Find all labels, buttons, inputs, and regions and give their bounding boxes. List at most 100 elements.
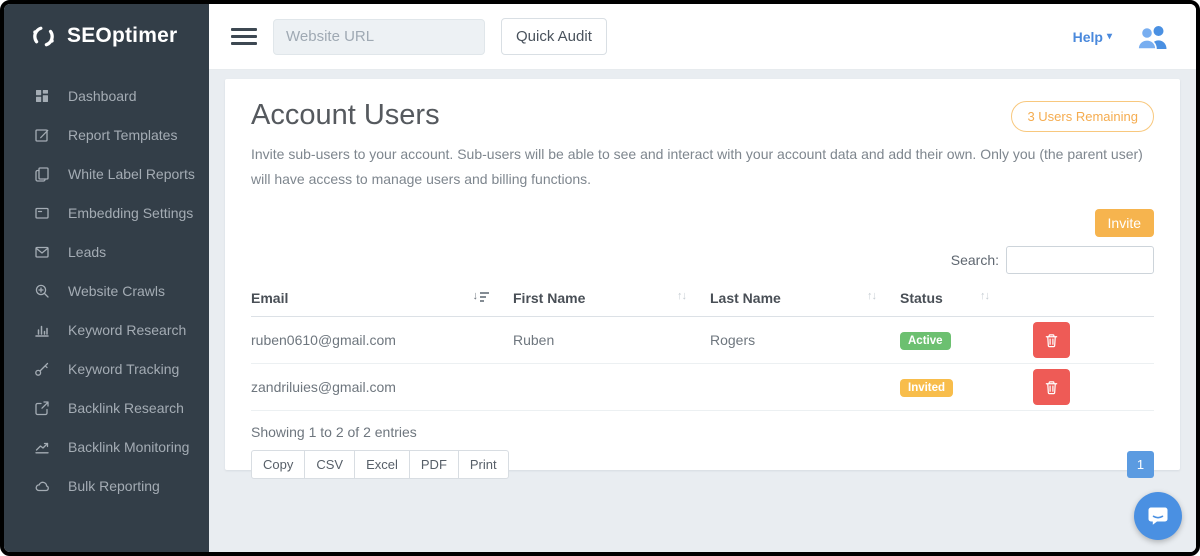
search-input[interactable] [1006, 246, 1154, 274]
website-url-input[interactable] [273, 19, 485, 55]
users-remaining-badge: 3 Users Remaining [1011, 101, 1154, 132]
sort-icon: ↑↓ [980, 290, 989, 302]
page-description: Invite sub-users to your account. Sub-us… [251, 142, 1154, 192]
excel-button[interactable]: Excel [354, 450, 410, 479]
table-row: ruben0610@gmail.com Ruben Rogers Active [251, 317, 1154, 364]
seoptimer-gear-icon [30, 23, 57, 50]
sidebar-item-bulk-reporting[interactable]: Bulk Reporting [4, 466, 209, 505]
website-crawls-icon [34, 283, 50, 299]
chevron-down-icon: ▾ [1107, 31, 1112, 42]
sidebar-item-label: Report Templates [68, 127, 177, 143]
sidebar-item-label: Backlink Monitoring [68, 439, 189, 455]
sort-icon: ↑↓ [867, 290, 876, 302]
sidebar-item-backlink-monitoring[interactable]: Backlink Monitoring [4, 427, 209, 466]
app-window: SEOptimer Dashboard Report Templates [0, 0, 1200, 556]
leads-icon [34, 244, 50, 260]
table-entries-summary: Showing 1 to 2 of 2 entries [251, 424, 1154, 440]
white-label-reports-icon [34, 166, 50, 182]
sidebar-item-label: Leads [68, 244, 106, 260]
quick-audit-button[interactable]: Quick Audit [501, 18, 607, 55]
backlink-research-icon [34, 400, 50, 416]
trash-icon [1044, 380, 1059, 395]
cell-email: ruben0610@gmail.com [251, 317, 513, 364]
sidebar-item-label: Website Crawls [68, 283, 165, 299]
copy-button[interactable]: Copy [251, 450, 305, 479]
report-templates-icon [34, 127, 50, 143]
sidebar-item-white-label-reports[interactable]: White Label Reports [4, 154, 209, 193]
cell-first-name [513, 364, 710, 411]
column-label: Status [900, 290, 943, 306]
content-area: Account Users 3 Users Remaining Invite s… [209, 70, 1196, 552]
sidebar: SEOptimer Dashboard Report Templates [4, 4, 209, 552]
sidebar-item-leads[interactable]: Leads [4, 232, 209, 271]
search-row: Search: [251, 246, 1154, 274]
sidebar-item-embedding-settings[interactable]: Embedding Settings [4, 193, 209, 232]
sidebar-item-label: Keyword Tracking [68, 361, 179, 377]
cell-first-name: Ruben [513, 317, 710, 364]
sidebar-item-label: Dashboard [68, 88, 137, 104]
backlink-monitoring-icon [34, 439, 50, 455]
cell-status: Invited [900, 364, 1013, 411]
sidebar-item-report-templates[interactable]: Report Templates [4, 115, 209, 154]
embedding-settings-icon [34, 205, 50, 221]
table-footer: Copy CSV Excel PDF Print 1 [251, 450, 1154, 479]
sort-icon: ↑↓ [677, 290, 686, 302]
brand-name: SEOptimer [67, 24, 177, 48]
chat-widget-button[interactable] [1134, 492, 1182, 540]
print-button[interactable]: Print [458, 450, 509, 479]
column-header-email[interactable]: Email ↓ [251, 284, 513, 317]
card-header: Account Users 3 Users Remaining [251, 95, 1154, 142]
sidebar-item-backlink-research[interactable]: Backlink Research [4, 388, 209, 427]
delete-user-button[interactable] [1033, 322, 1070, 358]
sidebar-item-label: White Label Reports [68, 166, 195, 182]
sidebar-item-label: Backlink Research [68, 400, 184, 416]
column-header-last-name[interactable]: Last Name ↑↓ [710, 284, 900, 317]
column-header-status[interactable]: Status ↑↓ [900, 284, 1013, 317]
cell-last-name [710, 364, 900, 411]
pagination-page-1[interactable]: 1 [1127, 451, 1154, 478]
dashboard-icon [34, 88, 50, 104]
csv-button[interactable]: CSV [304, 450, 355, 479]
seoptimer-logo[interactable]: SEOptimer [4, 4, 209, 68]
help-menu[interactable]: Help ▾ [1073, 29, 1112, 45]
table-row: zandriluies@gmail.com Invited [251, 364, 1154, 411]
sidebar-item-dashboard[interactable]: Dashboard [4, 76, 209, 115]
status-badge: Active [900, 332, 951, 350]
cell-actions [1013, 364, 1154, 411]
search-label: Search: [951, 252, 999, 268]
main-column: Quick Audit Help ▾ [209, 4, 1196, 552]
chat-bubble-icon [1146, 504, 1170, 528]
sidebar-item-keyword-research[interactable]: Keyword Research [4, 310, 209, 349]
pdf-button[interactable]: PDF [409, 450, 459, 479]
sidebar-item-label: Keyword Research [68, 322, 186, 338]
cell-email: zandriluies@gmail.com [251, 364, 513, 411]
sidebar-item-website-crawls[interactable]: Website Crawls [4, 271, 209, 310]
column-header-first-name[interactable]: First Name ↑↓ [513, 284, 710, 317]
export-buttons: Copy CSV Excel PDF Print [251, 450, 509, 479]
sort-asc-icon: ↓ [473, 290, 490, 302]
invite-row: Invite [251, 209, 1154, 237]
keyword-tracking-icon [34, 361, 50, 377]
keyword-research-icon [34, 322, 50, 338]
topbar: Quick Audit Help ▾ [209, 4, 1196, 70]
delete-user-button[interactable] [1033, 369, 1070, 405]
account-users-card: Account Users 3 Users Remaining Invite s… [225, 79, 1180, 470]
help-label: Help [1073, 29, 1103, 45]
users-table: Email ↓ First Name ↑↓ Last Name [251, 284, 1154, 411]
table-header-row: Email ↓ First Name ↑↓ Last Name [251, 284, 1154, 317]
sidebar-item-label: Bulk Reporting [68, 478, 160, 494]
column-label: Last Name [710, 290, 781, 306]
column-header-actions [1013, 284, 1154, 317]
column-label: Email [251, 290, 288, 306]
trash-icon [1044, 333, 1059, 348]
page-title: Account Users [251, 99, 440, 132]
sidebar-item-keyword-tracking[interactable]: Keyword Tracking [4, 349, 209, 388]
status-badge: Invited [900, 379, 953, 397]
cell-last-name: Rogers [710, 317, 900, 364]
invite-button[interactable]: Invite [1095, 209, 1154, 237]
menu-toggle-icon[interactable] [231, 26, 257, 47]
cell-status: Active [900, 317, 1013, 364]
sidebar-nav: Dashboard Report Templates White Label R… [4, 68, 209, 505]
topbar-right: Help ▾ [1073, 23, 1170, 50]
account-users-icon[interactable] [1136, 23, 1170, 50]
